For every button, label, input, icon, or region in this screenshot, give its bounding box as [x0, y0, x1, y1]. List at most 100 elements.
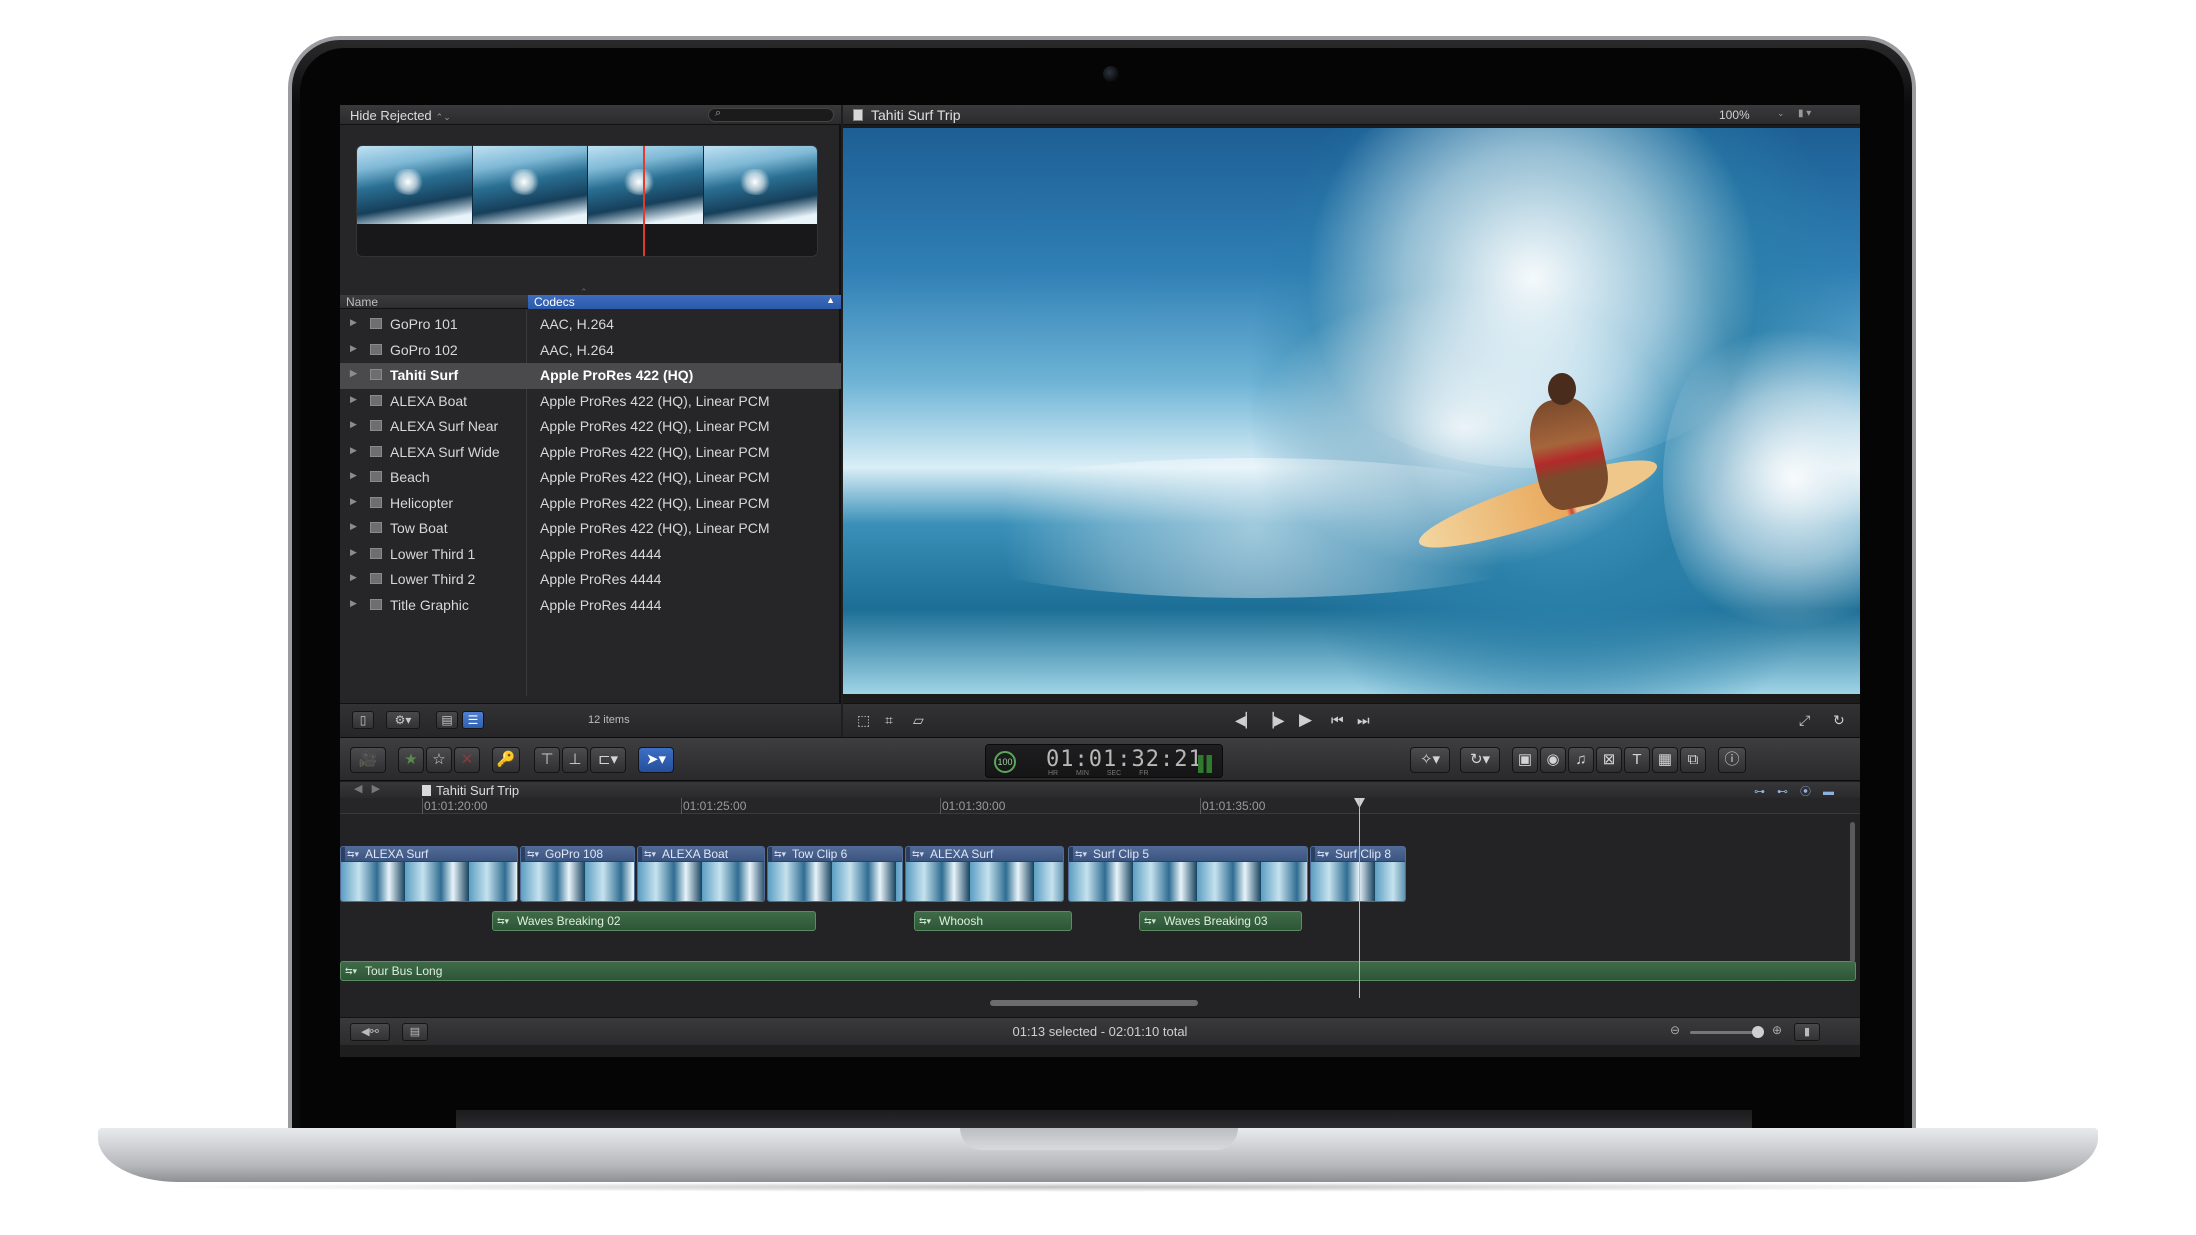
filmstrip-view-button[interactable]: ▤: [436, 711, 458, 729]
clip-list-row[interactable]: ▶ Lower Third 1 Apple ProRes 4444: [340, 542, 841, 568]
video-clip[interactable]: ⇆▾ ALEXA Boat: [637, 846, 765, 902]
media-browser-button[interactable]: ▣: [1512, 747, 1538, 773]
disclosure-triangle-icon[interactable]: ▶: [350, 343, 357, 354]
disclosure-triangle-icon[interactable]: ▶: [350, 521, 357, 532]
clip-options-icon[interactable]: ⇆▾: [644, 847, 656, 861]
timeline-ruler[interactable]: 01:01:20:00 01:01:25:00 01:01:30:00 01:01:3…: [340, 798, 1860, 814]
clip-options-icon[interactable]: ⇆▾: [347, 847, 359, 861]
disclosure-triangle-icon[interactable]: ▶: [350, 572, 357, 583]
playhead[interactable]: [1359, 798, 1360, 998]
clip-options-icon[interactable]: ⇆▾: [912, 847, 924, 861]
enhancements-button[interactable]: ✧▾: [1410, 747, 1450, 773]
disclosure-triangle-icon[interactable]: ▶: [350, 445, 357, 456]
transitions-browser-icon[interactable]: ⊠: [1596, 747, 1622, 773]
clip-list-row[interactable]: ▶ ALEXA Surf Near Apple ProRes 422 (HQ), L…: [340, 414, 841, 440]
show-hide-library-button[interactable]: ▯: [352, 711, 374, 729]
timeline-view-options-icon[interactable]: ⊶⊷⦿▬: [1754, 783, 1846, 799]
chevron-down-icon[interactable]: ⌄: [1777, 108, 1785, 119]
disclosure-triangle-icon[interactable]: ▶: [350, 470, 357, 481]
list-view-button[interactable]: ☰: [462, 711, 484, 729]
previous-frame-icon[interactable]: ◀▏: [1235, 712, 1257, 729]
skimmer-playhead[interactable]: [643, 146, 645, 256]
go-to-end-icon[interactable]: ⏭: [1357, 712, 1370, 729]
unrate-button[interactable]: ☆: [426, 747, 452, 773]
timeline-horizontal-scrollbar[interactable]: [990, 1000, 1198, 1006]
themes-browser-icon[interactable]: ⧉: [1680, 747, 1706, 773]
inspector-info-icon[interactable]: ⓘ: [1718, 747, 1746, 773]
audio-clip[interactable]: ⇆▾ Waves Breaking 03: [1139, 911, 1302, 931]
audio-meter-icon[interactable]: [1198, 755, 1212, 773]
go-to-start-icon[interactable]: ⏮: [1331, 712, 1344, 729]
import-media-button[interactable]: 🎥: [350, 747, 386, 773]
crop-icon[interactable]: ⌗: [885, 712, 893, 729]
connect-clip-button[interactable]: ⊤: [534, 747, 560, 773]
clip-options-icon[interactable]: ⇆▾: [527, 847, 539, 861]
clip-list-row[interactable]: ▶ GoPro 101 AAC, H.264: [340, 312, 841, 338]
disclosure-triangle-icon[interactable]: ▶: [350, 547, 357, 558]
clip-options-icon[interactable]: ⇆▾: [1317, 847, 1329, 861]
disclosure-triangle-icon[interactable]: ▶: [350, 496, 357, 507]
clip-filmstrip[interactable]: [356, 145, 818, 257]
video-clip[interactable]: ⇆▾ ALEXA Surf: [905, 846, 1064, 902]
disclosure-triangle-icon[interactable]: ▶: [350, 317, 357, 328]
clip-list-row[interactable]: ▶ ALEXA Surf Wide Apple ProRes 422 (HQ), L…: [340, 440, 841, 466]
disclosure-triangle-icon[interactable]: ▶: [350, 368, 357, 379]
video-clip[interactable]: ⇆▾ Surf Clip 8: [1310, 846, 1406, 902]
next-frame-icon[interactable]: ▕▶: [1263, 712, 1285, 729]
video-clip[interactable]: ⇆▾ GoPro 108: [520, 846, 635, 902]
disclosure-triangle-icon[interactable]: ▶: [350, 598, 357, 609]
filter-popup[interactable]: Hide Rejected ⌃⌄: [350, 108, 451, 123]
viewer-zoom-popup[interactable]: 100%: [1719, 108, 1750, 122]
titles-browser-icon[interactable]: T: [1624, 747, 1650, 773]
retime-button[interactable]: ↻▾: [1460, 747, 1500, 773]
clip-list-row[interactable]: ▶ GoPro 102 AAC, H.264: [340, 338, 841, 364]
action-gear-button[interactable]: ⚙▾: [386, 711, 420, 729]
play-icon[interactable]: ▶: [1299, 710, 1312, 730]
video-clip[interactable]: ⇆▾ Surf Clip 5: [1068, 846, 1308, 902]
skimming-toggle-button[interactable]: ▮: [1794, 1023, 1820, 1041]
video-clip[interactable]: ⇆▾ Tow Clip 6: [767, 846, 903, 902]
view-options-icon[interactable]: ▮ ▾: [1798, 108, 1854, 122]
zoom-slider-thumb[interactable]: [1752, 1026, 1764, 1038]
generators-browser-icon[interactable]: ▦: [1652, 747, 1678, 773]
lid-opening-notch: [960, 1128, 1238, 1150]
video-clip[interactable]: ⇆▾ ALEXA Surf: [340, 846, 518, 902]
music-browser-icon[interactable]: ♫: [1568, 747, 1594, 773]
transform-icon[interactable]: ⬚: [857, 712, 870, 729]
dashboard-timecode[interactable]: 100 01:01:32:21 HR MIN SEC FR: [985, 744, 1223, 778]
clip-list-row[interactable]: ▶ Tow Boat Apple ProRes 422 (HQ), Linear P…: [340, 516, 841, 542]
clip-list-row[interactable]: ▶ Tahiti Surf Apple ProRes 422 (HQ): [340, 363, 841, 389]
timeline-vertical-scrollbar[interactable]: [1850, 822, 1855, 962]
disclosure-triangle-icon[interactable]: ▶: [350, 394, 357, 405]
keyword-editor-button[interactable]: 🔑: [492, 747, 520, 773]
clip-options-icon[interactable]: ⇆▾: [1075, 847, 1087, 861]
append-clip-button[interactable]: ⊏▾: [590, 747, 626, 773]
clip-list-row[interactable]: ▶ Title Graphic Apple ProRes 4444: [340, 593, 841, 619]
timeline-zoom-slider[interactable]: [1690, 1031, 1760, 1034]
zoom-out-icon[interactable]: ⊖: [1670, 1023, 1680, 1037]
timeline-back-forward-icon[interactable]: ◀ ▶: [354, 782, 380, 795]
favorite-button[interactable]: ★: [398, 747, 424, 773]
loop-icon[interactable]: ↻: [1833, 712, 1845, 729]
clip-list-row[interactable]: ▶ Helicopter Apple ProRes 422 (HQ), Linear…: [340, 491, 841, 517]
selection-status: 01:13 selected - 02:01:10 total: [1012, 1024, 1188, 1039]
music-clip[interactable]: ⇆▾ Tour Bus Long: [340, 961, 1856, 981]
select-tool-button[interactable]: ➤▾: [638, 747, 674, 773]
insert-clip-button[interactable]: ⊥: [562, 747, 588, 773]
reject-button[interactable]: ✕: [454, 747, 480, 773]
distort-icon[interactable]: ▱: [913, 712, 924, 729]
audio-clip[interactable]: ⇆▾ Whoosh: [914, 911, 1072, 931]
zoom-in-icon[interactable]: ⊕: [1772, 1023, 1782, 1037]
browser-search-field[interactable]: ⌕: [708, 107, 834, 122]
video-frame[interactable]: [843, 128, 1860, 694]
audio-clip[interactable]: ⇆▾ Waves Breaking 02: [492, 911, 816, 931]
fullscreen-icon[interactable]: ⤢: [1799, 712, 1810, 729]
column-codecs-header[interactable]: Codecs ▲: [528, 295, 841, 309]
clip-list-row[interactable]: ▶ Lower Third 2 Apple ProRes 4444: [340, 567, 841, 593]
disclosure-triangle-icon[interactable]: ▶: [350, 419, 357, 430]
photos-browser-icon[interactable]: ◉: [1540, 747, 1566, 773]
column-name-header[interactable]: Name: [346, 295, 378, 309]
clip-options-icon[interactable]: ⇆▾: [774, 847, 786, 861]
clip-list-row[interactable]: ▶ ALEXA Boat Apple ProRes 422 (HQ), Linear…: [340, 389, 841, 415]
clip-list-row[interactable]: ▶ Beach Apple ProRes 422 (HQ), Linear PCM: [340, 465, 841, 491]
